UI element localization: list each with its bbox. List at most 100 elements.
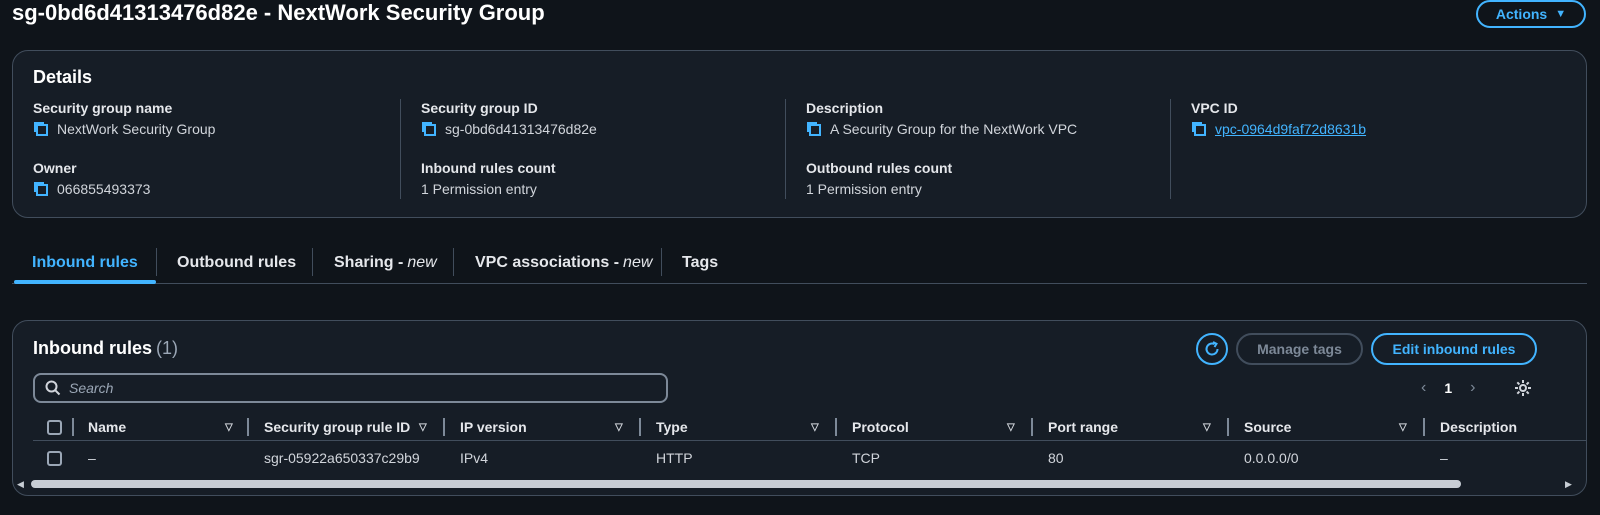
column-divider bbox=[1423, 418, 1425, 436]
sort-icon[interactable]: ▽ bbox=[811, 422, 819, 433]
column-header-protocol[interactable]: Protocol ▽ bbox=[852, 413, 1022, 441]
cell-port-range: 80 bbox=[1048, 450, 1064, 466]
copy-icon[interactable] bbox=[33, 121, 49, 137]
owner-label: Owner bbox=[33, 160, 77, 176]
copy-icon[interactable] bbox=[33, 181, 49, 197]
scroll-right-icon[interactable]: ▶ bbox=[1565, 479, 1572, 490]
cell-source: 0.0.0.0/0 bbox=[1244, 450, 1299, 466]
horizontal-scrollbar[interactable]: ◀ ▶ bbox=[17, 479, 1577, 489]
cell-protocol: TCP bbox=[852, 450, 880, 466]
sort-icon[interactable]: ▽ bbox=[419, 422, 427, 433]
sg-name-value: NextWork Security Group bbox=[57, 121, 216, 137]
column-label: Protocol bbox=[852, 419, 909, 435]
column-label: IP version bbox=[460, 419, 527, 435]
column-label: Port range bbox=[1048, 419, 1119, 435]
inbound-count-label: Inbound rules count bbox=[421, 160, 556, 176]
column-label: Source bbox=[1244, 419, 1292, 435]
column-label: Name bbox=[88, 419, 127, 435]
inbound-count-field: Inbound rules count 1 Permission entry bbox=[421, 159, 785, 219]
tab-divider bbox=[312, 248, 313, 276]
column-header-type[interactable]: Type ▽ bbox=[656, 413, 826, 441]
sort-icon[interactable]: ▽ bbox=[615, 422, 623, 433]
scroll-left-icon[interactable]: ◀ bbox=[17, 479, 24, 490]
tab-label: Outbound rules bbox=[177, 254, 297, 271]
column-header-ip-version[interactable]: IP version ▽ bbox=[460, 413, 630, 441]
rules-count: (1) bbox=[156, 338, 178, 358]
column-header-rule-id[interactable]: Security group rule ID ▽ bbox=[264, 413, 434, 441]
search-field[interactable] bbox=[33, 373, 668, 403]
tab-label: VPC associations - bbox=[475, 254, 620, 271]
actions-button[interactable]: Actions ▼ bbox=[1476, 0, 1586, 28]
rules-title-text: Inbound rules bbox=[33, 338, 152, 358]
new-tag: new bbox=[623, 254, 653, 271]
refresh-button[interactable] bbox=[1196, 333, 1228, 365]
details-title: Details bbox=[33, 67, 93, 87]
column-header-source[interactable]: Source ▽ bbox=[1244, 413, 1414, 441]
scrollbar-thumb[interactable] bbox=[31, 480, 1461, 488]
outbound-count-label: Outbound rules count bbox=[806, 160, 953, 176]
pagination: ‹ 1 › bbox=[1421, 377, 1475, 399]
owner-value: 066855493373 bbox=[57, 181, 151, 197]
column-divider bbox=[835, 418, 837, 436]
table-row[interactable]: – sgr-05922a650337c29b9 IPv4 HTTP TCP 80… bbox=[33, 443, 1586, 473]
sg-id-label: Security group ID bbox=[421, 100, 538, 116]
tab-sharing[interactable]: Sharing - new bbox=[314, 244, 457, 282]
description-value: A Security Group for the NextWork VPC bbox=[830, 121, 1078, 137]
tab-label: Tags bbox=[682, 254, 719, 271]
caret-down-icon: ▼ bbox=[1555, 8, 1567, 20]
tab-bar: Inbound rules Outbound rules Sharing - n… bbox=[12, 244, 1587, 284]
manage-tags-button[interactable]: Manage tags bbox=[1236, 333, 1363, 365]
column-divider bbox=[1227, 418, 1229, 436]
next-page-icon[interactable]: › bbox=[1470, 379, 1475, 397]
sort-icon[interactable]: ▽ bbox=[1007, 422, 1015, 433]
sort-icon[interactable]: ▽ bbox=[1203, 422, 1211, 433]
column-header-name[interactable]: Name ▽ bbox=[88, 413, 233, 441]
tab-vpc-associations[interactable]: VPC associations - new bbox=[455, 244, 672, 282]
inbound-count-value: 1 Permission entry bbox=[421, 181, 537, 197]
details-column-3: Description A Security Group for the Nex… bbox=[785, 99, 1170, 199]
cell-ip-version: IPv4 bbox=[460, 450, 489, 466]
outbound-count-field: Outbound rules count 1 Permission entry bbox=[806, 159, 1170, 219]
tab-label: Inbound rules bbox=[32, 254, 138, 271]
copy-icon[interactable] bbox=[421, 121, 437, 137]
search-input[interactable] bbox=[69, 380, 649, 396]
vpc-id-label: VPC ID bbox=[1191, 100, 1238, 116]
copy-icon[interactable] bbox=[1191, 121, 1207, 137]
sg-id-value: sg-0bd6d41313476d82e bbox=[445, 121, 597, 137]
cell-rule-id: sgr-05922a650337c29b9 bbox=[264, 450, 420, 466]
tab-inbound-rules[interactable]: Inbound rules bbox=[12, 244, 158, 284]
search-icon bbox=[45, 380, 61, 396]
column-divider bbox=[443, 418, 445, 436]
refresh-icon bbox=[1205, 341, 1219, 356]
actions-label: Actions bbox=[1495, 6, 1548, 22]
row-checkbox[interactable] bbox=[47, 443, 62, 473]
settings-gear-icon[interactable] bbox=[1513, 378, 1533, 398]
outbound-count-value: 1 Permission entry bbox=[806, 181, 922, 197]
inbound-rules-title: Inbound rules (1) bbox=[33, 338, 178, 359]
column-header-description[interactable]: Description bbox=[1440, 413, 1580, 441]
column-divider bbox=[247, 418, 249, 436]
column-label: Security group rule ID bbox=[264, 419, 411, 435]
column-header-port-range[interactable]: Port range ▽ bbox=[1048, 413, 1218, 441]
inbound-rules-panel: Inbound rules (1) Manage tags Edit inboun… bbox=[12, 320, 1587, 496]
tab-tags[interactable]: Tags bbox=[662, 244, 738, 282]
tab-label: Sharing - bbox=[334, 254, 404, 271]
vpc-id-field: VPC ID vpc-0964d9faf72d8631b bbox=[1191, 99, 1570, 159]
previous-page-icon[interactable]: ‹ bbox=[1421, 379, 1426, 397]
details-panel: Details Security group name NextWork Sec… bbox=[12, 50, 1587, 218]
tab-outbound-rules[interactable]: Outbound rules bbox=[157, 244, 316, 282]
edit-inbound-rules-button[interactable]: Edit inbound rules bbox=[1371, 333, 1537, 365]
sg-name-field: Security group name NextWork Security Gr… bbox=[33, 99, 398, 159]
copy-icon[interactable] bbox=[806, 121, 822, 137]
new-tag: new bbox=[407, 254, 437, 271]
vpc-id-link[interactable]: vpc-0964d9faf72d8631b bbox=[1215, 119, 1366, 139]
column-divider bbox=[1031, 418, 1033, 436]
table-header: Name ▽ Security group rule ID ▽ IP versi… bbox=[33, 413, 1586, 441]
cell-description: – bbox=[1440, 450, 1448, 466]
sort-icon[interactable]: ▽ bbox=[1399, 422, 1407, 433]
cell-type: HTTP bbox=[656, 450, 693, 466]
page-number[interactable]: 1 bbox=[1444, 380, 1452, 396]
select-all-checkbox[interactable] bbox=[47, 413, 62, 441]
tab-divider bbox=[453, 248, 454, 276]
sort-icon[interactable]: ▽ bbox=[225, 422, 233, 433]
